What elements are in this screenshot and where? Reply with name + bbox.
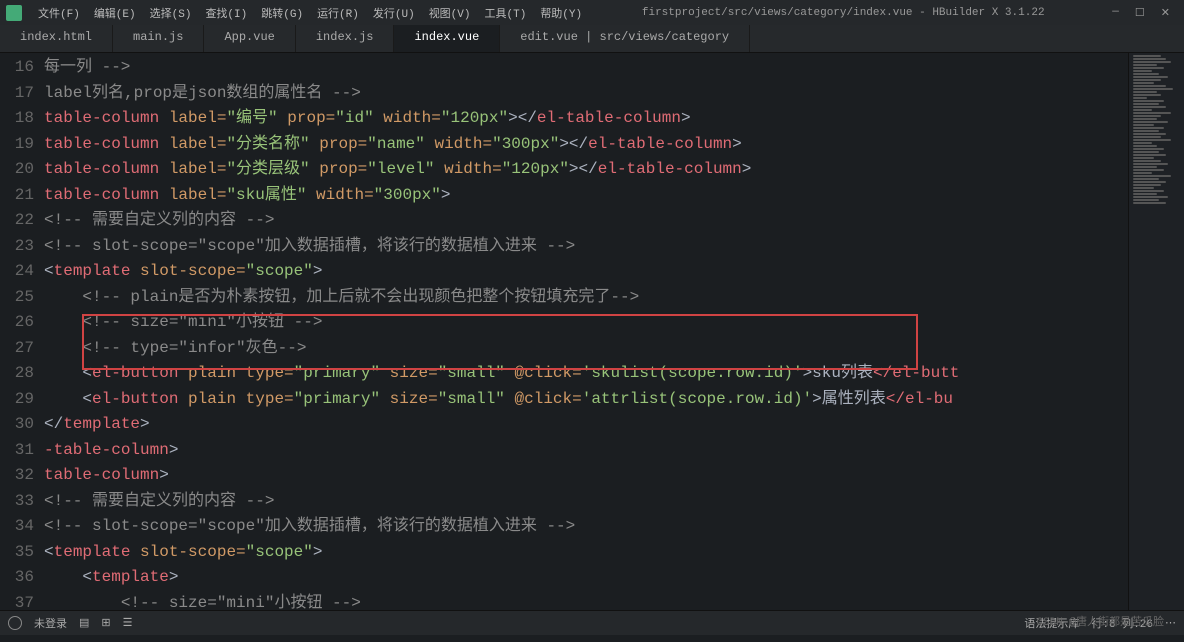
menu-run[interactable]: 运行(R) [311,3,365,23]
menu-view[interactable]: 视图(V) [423,3,477,23]
menu-bar: 文件(F) 编辑(E) 选择(S) 查找(I) 跳转(G) 运行(R) 发行(U… [28,3,588,23]
line-number: 25 [0,285,34,311]
line-number: 31 [0,438,34,464]
line-number: 16 [0,55,34,81]
tab-index-js[interactable]: index.js [296,25,395,52]
login-status[interactable]: 未登录 [34,615,67,631]
watermark: CSDN @唐人街都是苦瓜脸 [1036,613,1164,629]
tab-bar: index.html main.js App.vue index.js inde… [0,25,1184,53]
menu-select[interactable]: 选择(S) [144,3,198,23]
tab-edit-vue[interactable]: edit.vue | src/views/category [500,25,750,52]
grid-icon[interactable]: ⊞ [101,616,110,630]
line-number: 23 [0,234,34,260]
menu-help[interactable]: 帮助(Y) [534,3,588,23]
app-logo-icon [6,5,22,21]
line-number: 21 [0,183,34,209]
line-number: 24 [0,259,34,285]
editor-main: 16 17 18 19 20 21 22 23 24 25 26 27 28 2… [0,53,1184,610]
line-number: 36 [0,565,34,591]
tab-index-html[interactable]: index.html [0,25,113,52]
terminal-icon[interactable]: ▤ [79,616,89,630]
minimize-icon[interactable]: — [1112,6,1119,20]
menu-edit[interactable]: 编辑(E) [88,3,142,23]
list-icon[interactable]: ☰ [123,616,133,630]
line-number: 18 [0,106,34,132]
tab-app-vue[interactable]: App.vue [204,25,295,52]
menu-file[interactable]: 文件(F) [32,3,86,23]
tab-main-js[interactable]: main.js [113,25,204,52]
line-number-gutter: 16 17 18 19 20 21 22 23 24 25 26 27 28 2… [0,53,44,610]
tab-index-vue[interactable]: index.vue [394,25,500,52]
maximize-icon[interactable]: ☐ [1135,6,1145,20]
line-number: 27 [0,336,34,362]
menu-goto[interactable]: 跳转(G) [255,3,309,23]
line-number: 30 [0,412,34,438]
titlebar: 文件(F) 编辑(E) 选择(S) 查找(I) 跳转(G) 运行(R) 发行(U… [0,0,1184,25]
line-number: 34 [0,514,34,540]
window-title: firstproject/src/views/category/index.vu… [588,7,1098,19]
line-number: 29 [0,387,34,413]
menu-publish[interactable]: 发行(U) [367,3,421,23]
status-bar: 未登录 ▤ ⊞ ☰ 语法提示库 行:8 列:26 ⋯ [0,610,1184,635]
minimap[interactable] [1128,53,1184,610]
line-number: 33 [0,489,34,515]
window-controls: — ☐ ✕ [1098,6,1184,20]
line-number: 22 [0,208,34,234]
close-icon[interactable]: ✕ [1161,6,1170,20]
line-number: 35 [0,540,34,566]
menu-tools[interactable]: 工具(T) [479,3,533,23]
line-number: 26 [0,310,34,336]
line-number: 20 [0,157,34,183]
line-number: 19 [0,132,34,158]
line-number: 28 [0,361,34,387]
code-editor[interactable]: 每一列 --> label列名,prop是json数组的属性名 --> tabl… [44,53,1128,610]
line-number: 32 [0,463,34,489]
menu-find[interactable]: 查找(I) [199,3,253,23]
user-icon[interactable] [8,616,22,630]
more-icon[interactable]: ⋯ [1165,616,1176,630]
line-number: 17 [0,81,34,107]
